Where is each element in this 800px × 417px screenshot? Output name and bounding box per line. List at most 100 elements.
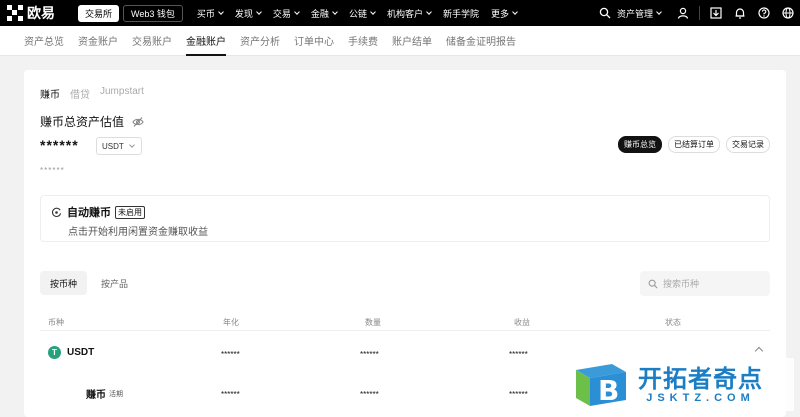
top-navigation-bar: 欧易 交易所 Web3 钱包 买币 发现 交易 金融 公链 机构客户 新手学院 更多 资产管理 (0, 0, 800, 26)
status-badge: 未启用 (115, 205, 145, 219)
amount-cell: ****** (360, 390, 379, 399)
topnav-item-3[interactable]: 金融 (310, 7, 338, 20)
tab-loan[interactable]: 借贷 (70, 86, 90, 101)
svg-text:B: B (598, 374, 619, 407)
chevron-down-icon (128, 142, 135, 148)
subnav-item-2[interactable]: 交易账户 (132, 26, 172, 56)
subnav-item-8[interactable]: 储备金证明报告 (446, 26, 516, 56)
chevron-down-icon (512, 9, 518, 15)
user-icon[interactable] (676, 6, 690, 20)
bell-icon[interactable] (733, 6, 747, 20)
okx-logo-icon (6, 4, 24, 22)
currency-select[interactable]: USDT (96, 137, 142, 155)
earnings-cell: ****** (509, 390, 528, 399)
account-subnav: 资产总览 资金账户 交易账户 金融账户 资产分析 订单中心 手续费 账户结单 储备金证明报告 (0, 26, 800, 56)
subnav-item-6[interactable]: 手续费 (348, 26, 378, 56)
header-earnings: 收益 (514, 318, 530, 327)
finance-action-buttons: 赚币总览 已结算订单 交易记录 (612, 136, 770, 153)
finance-tabs: 赚币 借贷 Jumpstart (40, 86, 154, 101)
chevron-down-icon (426, 9, 432, 15)
chevron-down-icon (218, 9, 224, 15)
eye-hidden-icon[interactable] (132, 116, 144, 128)
product-name: 赚币 (86, 390, 106, 401)
app-logo[interactable]: 欧易 (6, 3, 68, 23)
topnav-item-label: 机构客户 (386, 8, 423, 19)
coin-name: USDT (67, 347, 95, 358)
tab-earn[interactable]: 赚币 (40, 86, 60, 101)
coin-search-box[interactable] (640, 271, 770, 296)
subnav-item-0[interactable]: 资产总览 (24, 26, 64, 56)
table-header: 币种 年化 数量 收益 状态 (40, 315, 770, 331)
topnav-item-1[interactable]: 发现 (234, 7, 262, 20)
topnav-item-label: 买币 (196, 8, 215, 19)
download-icon[interactable] (709, 6, 723, 20)
tab-by-product[interactable]: 按产品 (91, 271, 138, 295)
mode-toggle: 交易所 Web3 钱包 (78, 4, 183, 22)
app-name: 欧易 (27, 6, 55, 22)
search-icon (648, 279, 658, 289)
amount-cell: ****** (360, 350, 379, 359)
masked-sub-value: ****** (40, 166, 65, 175)
earn-overview-button[interactable]: 赚币总览 (618, 136, 662, 153)
header-coin: 币种 (48, 318, 64, 327)
search-input[interactable] (663, 278, 763, 289)
top-right-tools: 资产管理 (593, 0, 800, 26)
help-icon[interactable] (757, 6, 771, 20)
watermark-text: 开拓者奇点 JSKTZ.COM (638, 366, 763, 404)
topnav-item-label: 公链 (348, 8, 367, 19)
topnav-item-label: 发现 (234, 8, 253, 19)
settled-orders-button[interactable]: 已结算订单 (668, 136, 720, 153)
header-apr: 年化 (223, 318, 239, 327)
exchange-mode-button[interactable]: 交易所 (78, 4, 120, 22)
subnav-item-4[interactable]: 资产分析 (240, 26, 280, 56)
estimate-title-text: 赚币总资产估值 (40, 115, 125, 129)
asset-management-menu[interactable]: 资产管理 (616, 7, 662, 20)
filter-tabs: 按币种 按产品 (40, 271, 142, 295)
chevron-up-icon[interactable] (754, 346, 764, 356)
top-nav-menu: 买币 发现 交易 金融 公链 机构客户 新手学院 更多 (197, 7, 529, 20)
subnav-item-3[interactable]: 金融账户 (186, 26, 226, 56)
globe-icon[interactable] (781, 6, 795, 20)
search-icon[interactable] (598, 6, 612, 20)
topnav-item-6[interactable]: 新手学院 (443, 7, 479, 20)
trade-history-button[interactable]: 交易记录 (726, 136, 770, 153)
subnav-item-1[interactable]: 资金账户 (78, 26, 118, 56)
topnav-item-5[interactable]: 机构客户 (386, 7, 432, 20)
usdt-icon: T (48, 346, 61, 359)
masked-total-value: ****** (40, 137, 79, 153)
topnav-item-label: 更多 (490, 8, 509, 19)
estimate-title: 赚币总资产估值 (40, 113, 144, 130)
coin-cell: T USDT (48, 346, 94, 359)
apr-cell: ****** (221, 350, 240, 359)
topnav-item-label: 交易 (272, 8, 291, 19)
subnav-item-5[interactable]: 订单中心 (294, 26, 334, 56)
topnav-item-7[interactable]: 更多 (490, 7, 518, 20)
chevron-down-icon (332, 9, 338, 15)
currency-select-value: USDT (102, 141, 124, 151)
auto-earn-title: 自动赚币 未启用 (51, 204, 145, 220)
subnav-item-7[interactable]: 账户结单 (392, 26, 432, 56)
chevron-down-icon (656, 9, 662, 15)
web3-wallet-mode-button[interactable]: Web3 钱包 (123, 4, 183, 22)
topnav-item-label: 金融 (310, 8, 329, 19)
auto-earn-card[interactable]: 自动赚币 未启用 点击开始利用闲置资金赚取收益 (40, 195, 770, 242)
header-amount: 数量 (365, 318, 381, 327)
toolbar-divider (699, 6, 700, 20)
chevron-down-icon (370, 9, 376, 15)
watermark-title: 开拓者奇点 (638, 364, 763, 393)
coin-cell: 赚币 活期 (86, 386, 123, 401)
topnav-item-label: 新手学院 (442, 8, 479, 19)
auto-earn-icon (52, 207, 62, 217)
auto-earn-title-text: 自动赚币 (67, 207, 111, 219)
product-badge: 活期 (109, 390, 123, 398)
tab-jumpstart[interactable]: Jumpstart (100, 86, 144, 101)
topnav-item-4[interactable]: 公链 (348, 7, 376, 20)
topnav-item-2[interactable]: 交易 (272, 7, 300, 20)
asset-management-label: 资产管理 (616, 8, 653, 19)
earnings-cell: ****** (509, 350, 528, 359)
chevron-down-icon (294, 9, 300, 15)
auto-earn-description: 点击开始利用闲置资金赚取收益 (68, 227, 208, 238)
topnav-item-0[interactable]: 买币 (196, 7, 224, 20)
apr-cell: ****** (221, 390, 240, 399)
tab-by-coin[interactable]: 按币种 (40, 271, 88, 295)
